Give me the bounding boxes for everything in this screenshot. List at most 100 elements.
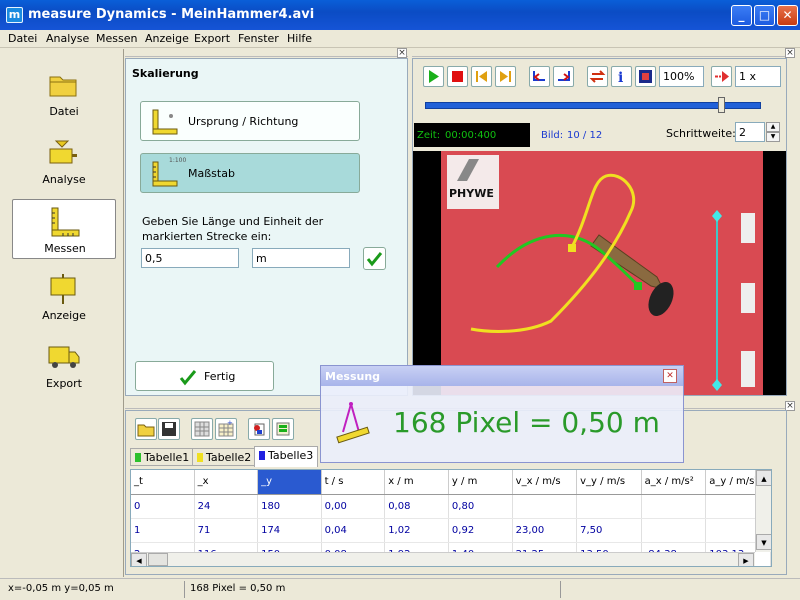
save-table-button[interactable] — [158, 418, 180, 440]
tab1-color — [135, 453, 141, 462]
table-cell[interactable] — [641, 494, 707, 519]
table-cell[interactable]: 0,92 — [448, 518, 513, 543]
measurement-dialog-title: Messung — [325, 370, 381, 383]
video-panel-close[interactable]: × — [785, 48, 795, 58]
table-cell[interactable] — [641, 518, 707, 543]
stop-button[interactable] — [447, 66, 468, 87]
info-button[interactable]: i — [611, 66, 632, 87]
nav-analyse[interactable]: Analyse — [12, 131, 116, 191]
data-table[interactable]: _t _x _y t / sx / my / m v_x / m/s v_y / m/s a… — [130, 469, 772, 567]
table-row[interactable]: 0 24 180 0,00 0,08 0,80 — [131, 494, 771, 519]
close-button[interactable]: ✕ — [777, 5, 798, 26]
frame-slider-track[interactable] — [425, 102, 761, 109]
menu-export[interactable]: Export — [194, 32, 230, 45]
column-header[interactable]: _y — [257, 470, 322, 495]
origin-direction-button[interactable]: Ursprung / Richtung — [140, 101, 360, 141]
table-filter-button[interactable] — [248, 418, 270, 440]
video-settings-button[interactable] — [635, 66, 656, 87]
menu-messen[interactable]: Messen — [96, 32, 137, 45]
scale-handle-top[interactable] — [712, 210, 722, 222]
play-button[interactable] — [423, 66, 444, 87]
scaling-panel-close[interactable]: × — [397, 48, 407, 58]
minimize-button[interactable]: _ — [731, 5, 752, 26]
column-header[interactable]: _t — [131, 470, 195, 495]
table-cell[interactable]: 180 — [257, 494, 322, 519]
yellow-track-marker[interactable] — [568, 244, 576, 252]
table-cell[interactable]: 0,08 — [384, 494, 449, 519]
table-cell[interactable]: 0,80 — [448, 494, 513, 519]
nav-export[interactable]: Export — [12, 335, 116, 395]
menu-hilfe[interactable]: Hilfe — [287, 32, 312, 45]
table-cell[interactable]: 0,00 — [321, 494, 386, 519]
table-cell[interactable]: 1,02 — [384, 518, 449, 543]
scroll-down-arrow[interactable]: ▼ — [756, 534, 771, 550]
vertical-scrollbar[interactable]: ▲ ▼ — [755, 470, 771, 552]
last-frame-button[interactable] — [495, 66, 516, 87]
done-button-label: Fertig — [204, 370, 236, 383]
confirm-button[interactable] — [363, 247, 386, 270]
tab-tabelle3[interactable]: Tabelle3 — [254, 446, 319, 467]
scale-handle-bottom[interactable] — [712, 379, 722, 391]
column-header[interactable]: a_x / m/s² — [641, 470, 707, 495]
table-cell[interactable] — [512, 494, 578, 519]
table-cell[interactable]: 1 — [131, 518, 195, 543]
swap-icon — [589, 70, 606, 83]
horizontal-scrollbar[interactable]: ◀ ▶ — [131, 552, 755, 566]
column-header[interactable]: v_y / m/s — [576, 470, 642, 495]
nav-messen[interactable]: Messen — [12, 199, 116, 259]
first-frame-button[interactable] — [471, 66, 492, 87]
unit-input[interactable]: m — [252, 248, 350, 268]
mark-end-button[interactable] — [553, 66, 574, 87]
swap-button[interactable] — [587, 66, 608, 87]
column-header[interactable]: t / s — [321, 470, 386, 495]
table-cell[interactable]: 24 — [194, 494, 259, 519]
scroll-up-arrow[interactable]: ▲ — [756, 470, 771, 486]
menu-datei[interactable]: Datei — [8, 32, 37, 45]
green-track-marker[interactable] — [634, 282, 642, 290]
tab-tabelle1[interactable]: Tabelle1 — [130, 448, 195, 466]
phywe-logo-text: PHYWE — [449, 187, 494, 200]
table-cell[interactable] — [576, 494, 642, 519]
zoom-field[interactable]: 100% — [659, 66, 704, 87]
open-table-button[interactable] — [135, 418, 157, 440]
scroll-left-arrow[interactable]: ◀ — [131, 553, 147, 566]
length-input[interactable]: 0,5 — [141, 248, 239, 268]
play-icon — [429, 70, 439, 83]
nav-datei[interactable]: Datei — [12, 63, 116, 123]
maximize-button[interactable]: □ — [754, 5, 775, 26]
table-row[interactable]: 1 71 174 0,04 1,02 0,92 23,00 7,50 — [131, 518, 771, 543]
column-header[interactable]: v_x / m/s — [512, 470, 578, 495]
measurement-dialog-close[interactable]: ✕ — [663, 369, 677, 383]
table-cell[interactable]: 0,04 — [321, 518, 386, 543]
column-header[interactable]: x / m — [384, 470, 449, 495]
scroll-right-arrow[interactable]: ▶ — [738, 553, 754, 566]
table-cell[interactable]: 0 — [131, 494, 195, 519]
horizontal-scroll-thumb[interactable] — [148, 553, 168, 566]
frame-slider-thumb[interactable] — [717, 97, 725, 113]
table-cell[interactable]: 71 — [194, 518, 259, 543]
step-input[interactable]: 2 — [735, 122, 765, 142]
nav-anzeige[interactable]: Anzeige — [12, 267, 116, 327]
menu-analyse[interactable]: Analyse — [46, 32, 89, 45]
scale-button[interactable]: 1:100 Maßstab — [140, 153, 360, 193]
tab-tabelle2[interactable]: Tabelle2 — [192, 448, 257, 466]
column-header[interactable]: _x — [194, 470, 259, 495]
column-header[interactable]: y / m — [448, 470, 513, 495]
add-column-button[interactable]: + — [215, 418, 237, 440]
table-view-button[interactable] — [191, 418, 213, 440]
panel-grip-right[interactable] — [412, 49, 787, 57]
table-cell[interactable]: 7,50 — [576, 518, 642, 543]
export-table-button[interactable] — [272, 418, 294, 440]
done-button[interactable]: Fertig — [135, 361, 274, 391]
step-up-button[interactable]: ▲ — [766, 122, 780, 132]
speed-field[interactable]: 1 x — [735, 66, 781, 87]
menu-fenster[interactable]: Fenster — [238, 32, 279, 45]
mark-start-button[interactable] — [529, 66, 550, 87]
table-cell[interactable]: 23,00 — [512, 518, 578, 543]
panel-grip-left[interactable] — [125, 49, 408, 57]
video-frame[interactable]: PHYWE — [441, 151, 763, 395]
menu-anzeige[interactable]: Anzeige — [145, 32, 189, 45]
table-cell[interactable]: 174 — [257, 518, 322, 543]
speed-button[interactable] — [711, 66, 732, 87]
step-down-button[interactable]: ▼ — [766, 132, 780, 142]
